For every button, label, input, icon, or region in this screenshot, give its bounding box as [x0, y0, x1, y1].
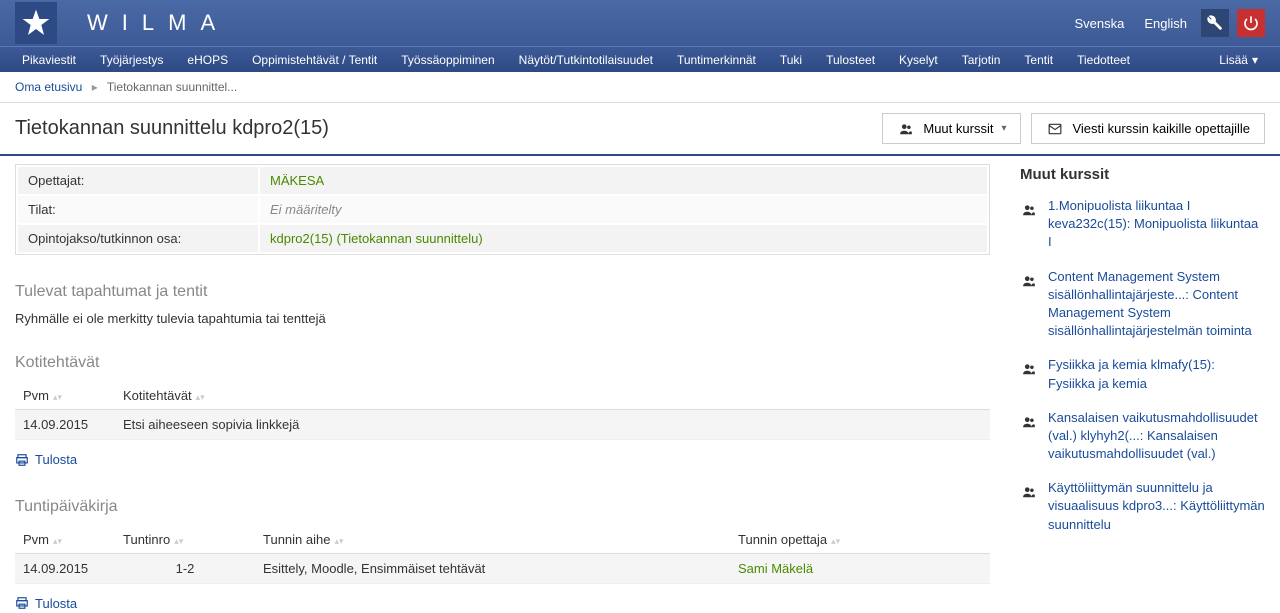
- chevron-down-icon: ▾: [1001, 123, 1006, 134]
- other-courses-label: Muut kurssit: [923, 121, 993, 136]
- course-link[interactable]: Fysiikka ja kemia klmafy(15): Fysiikka j…: [1048, 356, 1265, 392]
- sidebar-heading: Muut kurssit: [1020, 166, 1265, 183]
- diary-col-num[interactable]: Tuntinro▴▾: [115, 526, 255, 554]
- message-teachers-button[interactable]: Viesti kurssin kaikille opettajille: [1031, 113, 1265, 144]
- homework-col-date[interactable]: Pvm▴▾: [15, 382, 115, 410]
- print-label: Tulosta: [35, 596, 77, 611]
- info-teachers-label: Opettajat:: [18, 167, 258, 194]
- sort-icon: ▴▾: [831, 539, 840, 544]
- nav-tentit[interactable]: Tentit: [1012, 53, 1065, 67]
- page-title: Tietokannan suunnittelu kdpro2(15): [15, 117, 329, 140]
- upcoming-heading: Tulevat tapahtumat ja tentit: [15, 283, 990, 301]
- table-row: 14.09.2015 1-2 Esittely, Moodle, Ensimmä…: [15, 553, 990, 583]
- homework-print-link[interactable]: Tulosta: [15, 452, 77, 467]
- nav-oppimistehtavat[interactable]: Oppimistehtävät / Tentit: [240, 53, 389, 67]
- nav-tarjotin[interactable]: Tarjotin: [950, 53, 1013, 67]
- list-item: Kansalaisen vaikutusmahdollisuudet (val.…: [1020, 409, 1265, 464]
- info-row-rooms: Tilat: Ei määritelty: [18, 196, 987, 223]
- nav-tyojarjestys[interactable]: Työjärjestys: [88, 53, 175, 67]
- title-row: Tietokannan suunnittelu kdpro2(15) Muut …: [0, 103, 1280, 156]
- sidebar: Muut kurssit 1.Monipuolista liikuntaa I …: [1020, 156, 1265, 613]
- nav-tulosteet[interactable]: Tulosteet: [814, 53, 887, 67]
- diary-table: Pvm▴▾ Tuntinro▴▾ Tunnin aihe▴▾ Tunnin op…: [15, 526, 990, 584]
- chevron-down-icon: ▾: [1252, 53, 1258, 67]
- settings-icon[interactable]: [1201, 9, 1229, 37]
- nav-pikaviestit[interactable]: Pikaviestit: [10, 53, 88, 67]
- course-link[interactable]: Content Management System sisällönhallin…: [1048, 268, 1265, 341]
- main-column: Opettajat: MÄKESA Tilat: Ei määritelty O…: [15, 156, 990, 613]
- sort-icon: ▴▾: [53, 539, 62, 544]
- nav-bar: Pikaviestit Työjärjestys eHOPS Oppimiste…: [0, 46, 1280, 72]
- diary-print-link[interactable]: Tulosta: [15, 596, 77, 611]
- message-teachers-label: Viesti kurssin kaikille opettajille: [1072, 121, 1250, 136]
- table-row: 14.09.2015 Etsi aiheeseen sopivia linkke…: [15, 410, 990, 440]
- diary-teacher[interactable]: Sami Mäkelä: [738, 561, 813, 576]
- sort-icon: ▴▾: [334, 539, 343, 544]
- breadcrumb: Oma etusivu ▸ Tietokannan suunnittel...: [0, 72, 1280, 103]
- info-rooms-value: Ei määritelty: [270, 202, 342, 217]
- lang-svenska[interactable]: Svenska: [1068, 12, 1130, 35]
- list-item: 1.Monipuolista liikuntaa I keva232c(15):…: [1020, 197, 1265, 252]
- homework-task: Etsi aiheeseen sopivia linkkejä: [115, 410, 990, 440]
- homework-date: 14.09.2015: [15, 410, 115, 440]
- sort-icon: ▴▾: [174, 539, 183, 544]
- group-icon: [1020, 362, 1038, 392]
- nav-kyselyt[interactable]: Kyselyt: [887, 53, 950, 67]
- breadcrumb-current: Tietokannan suunnittel...: [107, 80, 237, 94]
- nav-tiedotteet[interactable]: Tiedotteet: [1065, 53, 1142, 67]
- diary-heading: Tuntipäiväkirja: [15, 498, 990, 516]
- sort-icon: ▴▾: [196, 395, 205, 400]
- nav-tyossaoppiminen[interactable]: Työssäoppiminen: [389, 53, 506, 67]
- diary-date: 14.09.2015: [15, 553, 115, 583]
- list-item: Content Management System sisällönhallin…: [1020, 268, 1265, 341]
- homework-table: Pvm▴▾ Kotitehtävät▴▾ 14.09.2015 Etsi aih…: [15, 382, 990, 440]
- group-icon: [1020, 415, 1038, 464]
- lang-english[interactable]: English: [1138, 12, 1193, 35]
- group-icon: [1020, 274, 1038, 341]
- info-table: Opettajat: MÄKESA Tilat: Ei määritelty O…: [15, 164, 990, 255]
- info-period-label: Opintojakso/tutkinnon osa:: [18, 225, 258, 252]
- sort-icon: ▴▾: [53, 395, 62, 400]
- nav-tuki[interactable]: Tuki: [768, 53, 814, 67]
- print-icon: [15, 453, 29, 467]
- brand-name: WILMA: [87, 10, 229, 36]
- diary-col-teacher[interactable]: Tunnin opettaja▴▾: [730, 526, 990, 554]
- nav-ehops[interactable]: eHOPS: [175, 53, 240, 67]
- group-icon: [1020, 203, 1038, 252]
- nav-more[interactable]: Lisää ▾: [1207, 53, 1270, 67]
- group-icon: [1020, 485, 1038, 534]
- envelope-icon: [1046, 122, 1064, 136]
- logo-star: [15, 2, 57, 44]
- diary-topic: Esittely, Moodle, Ensimmäiset tehtävät: [255, 553, 730, 583]
- group-icon: [897, 122, 915, 136]
- course-link[interactable]: Kansalaisen vaikutusmahdollisuudet (val.…: [1048, 409, 1265, 464]
- info-row-teachers: Opettajat: MÄKESA: [18, 167, 987, 194]
- nav-tuntimerkinnat[interactable]: Tuntimerkinnät: [665, 53, 768, 67]
- breadcrumb-separator: ▸: [92, 80, 98, 94]
- other-courses-button[interactable]: Muut kurssit ▾: [882, 113, 1021, 144]
- info-row-period: Opintojakso/tutkinnon osa: kdpro2(15) (T…: [18, 225, 987, 252]
- logout-icon[interactable]: [1237, 9, 1265, 37]
- breadcrumb-home[interactable]: Oma etusivu: [15, 80, 82, 94]
- info-rooms-label: Tilat:: [18, 196, 258, 223]
- list-item: Käyttöliittymän suunnittelu ja visuaalis…: [1020, 479, 1265, 534]
- print-label: Tulosta: [35, 452, 77, 467]
- nav-more-label: Lisää: [1219, 53, 1248, 67]
- list-item: Fysiikka ja kemia klmafy(15): Fysiikka j…: [1020, 356, 1265, 392]
- info-teachers-value[interactable]: MÄKESA: [270, 173, 324, 188]
- nav-naytot[interactable]: Näytöt/Tutkintotilaisuudet: [507, 53, 665, 67]
- homework-heading: Kotitehtävät: [15, 354, 990, 372]
- print-icon: [15, 596, 29, 610]
- diary-col-topic[interactable]: Tunnin aihe▴▾: [255, 526, 730, 554]
- upcoming-empty-msg: Ryhmälle ei ole merkitty tulevia tapahtu…: [15, 311, 990, 326]
- info-period-value[interactable]: kdpro2(15) (Tietokannan suunnittelu): [270, 231, 483, 246]
- course-link[interactable]: Käyttöliittymän suunnittelu ja visuaalis…: [1048, 479, 1265, 534]
- course-link[interactable]: 1.Monipuolista liikuntaa I keva232c(15):…: [1048, 197, 1265, 252]
- homework-col-task[interactable]: Kotitehtävät▴▾: [115, 382, 990, 410]
- header-top: WILMA Svenska English: [0, 0, 1280, 46]
- diary-col-date[interactable]: Pvm▴▾: [15, 526, 115, 554]
- diary-num: 1-2: [115, 553, 255, 583]
